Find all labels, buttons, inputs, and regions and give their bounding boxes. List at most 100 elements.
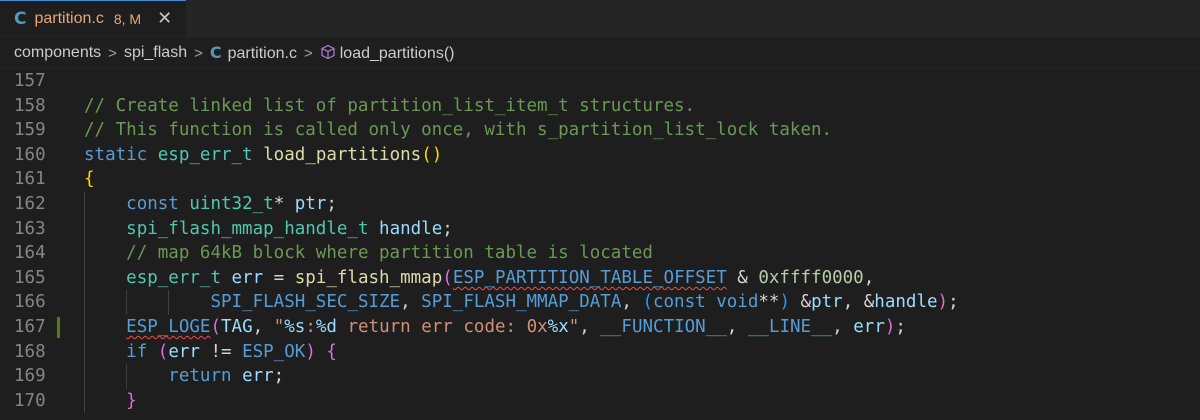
code-token: )	[884, 316, 896, 337]
code-token: __FUNCTION__	[600, 316, 727, 337]
code-text: // Create linked list of partition_list_…	[64, 94, 695, 119]
indent-guide	[84, 241, 85, 266]
code-line[interactable]: 168 if (err != ESP_OK) {	[0, 339, 1200, 365]
code-line[interactable]: 170 }	[0, 388, 1200, 414]
code-token: (	[642, 292, 653, 313]
indent-guide	[126, 290, 128, 315]
code-editor[interactable]: 157 158 // Create linked list of partition…	[0, 69, 1200, 420]
line-number-gutter[interactable]: 167	[0, 315, 64, 340]
tab-problem-status: 8, M	[113, 10, 142, 27]
code-token: (	[157, 341, 169, 362]
code-line[interactable]: 159 // This function is called only once,…	[0, 118, 1200, 143]
code-token: ,	[579, 316, 601, 337]
code-token: // Create linked list of partition_list_…	[84, 95, 696, 116]
code-line[interactable]: 164 // map 64kB block where partition ta…	[0, 241, 1200, 266]
breadcrumb-item-spi-flash[interactable]: spi_flash	[124, 44, 187, 62]
breadcrumb-item-function[interactable]: load_partitions()	[320, 44, 455, 63]
tab-partition-c[interactable]: C partition.c 8, M ✕	[0, 0, 187, 36]
line-number-gutter[interactable]: 157	[0, 69, 64, 94]
code-line[interactable]: 167 ESP_LOGE(TAG, "%s:%d return err code…	[0, 314, 1200, 340]
breadcrumb-item-components[interactable]: components	[14, 44, 101, 62]
indent-guide	[84, 364, 85, 389]
code-line[interactable]: 157	[0, 69, 1200, 94]
code-token: %x	[547, 316, 569, 337]
code-token: {	[84, 169, 95, 190]
code-token: ;	[442, 218, 453, 239]
line-number-gutter[interactable]: 169	[0, 364, 64, 389]
code-token: "	[568, 316, 580, 337]
code-token: %d	[315, 316, 337, 337]
code-token: load_partitions	[263, 144, 422, 165]
indent-guide	[84, 339, 85, 365]
code-text: spi_flash_mmap_handle_t handle;	[64, 216, 453, 242]
indent-guide	[84, 290, 85, 315]
line-number-gutter[interactable]: 166	[0, 290, 64, 315]
breadcrumb-file-label: partition.c	[227, 45, 297, 62]
code-token: ,	[832, 316, 854, 337]
indent-guide	[84, 314, 85, 340]
code-token: ,	[400, 292, 422, 313]
code-line[interactable]: 169 return err;	[0, 364, 1200, 389]
code-line[interactable]: 160 static esp_err_t load_partitions()	[0, 143, 1200, 168]
code-token: &	[790, 292, 812, 313]
code-token: ESP_LOGE	[126, 316, 211, 337]
code-line[interactable]: 163 spi_flash_mmap_handle_t handle;	[0, 216, 1200, 242]
code-token: )	[937, 292, 949, 313]
close-icon[interactable]: ✕	[157, 8, 172, 29]
code-text: SPI_FLASH_SEC_SIZE, SPI_FLASH_MMAP_DATA,…	[64, 290, 959, 315]
code-text: ESP_LOGE(TAG, "%s:%d return err code: 0x…	[64, 314, 906, 340]
code-token: !=	[199, 341, 243, 362]
code-token: %s	[284, 316, 306, 337]
code-line[interactable]: 161 {	[0, 167, 1200, 192]
code-line[interactable]: 162 const uint32_t* ptr;	[0, 191, 1200, 217]
line-number-gutter[interactable]: 160	[0, 143, 64, 168]
indent-guide	[84, 388, 85, 414]
line-number-gutter[interactable]: 168	[0, 340, 64, 365]
code-token: spi_flash_mmap	[294, 267, 443, 288]
line-number-gutter[interactable]: 165	[0, 266, 64, 291]
line-number-gutter[interactable]: 159	[0, 118, 64, 143]
indent-guide	[84, 216, 85, 242]
code-text: // This function is called only once, wi…	[64, 118, 832, 143]
line-number-gutter[interactable]: 164	[0, 241, 64, 266]
code-token: handle	[379, 218, 443, 239]
code-token: static	[84, 144, 148, 165]
code-text: static esp_err_t load_partitions()	[64, 143, 442, 168]
code-token: =	[263, 267, 295, 288]
code-token: {	[326, 341, 337, 362]
line-number: 160	[14, 144, 46, 165]
line-number-gutter[interactable]: 162	[0, 192, 64, 217]
code-token: ,	[726, 316, 748, 337]
code-token: ,	[252, 316, 274, 337]
code-token: // map 64kB block where partition table …	[126, 243, 653, 264]
code-token: **	[758, 292, 780, 313]
line-number-gutter[interactable]: 163	[0, 217, 64, 242]
code-token: ;	[948, 292, 959, 313]
code-token: const	[652, 292, 706, 313]
indent-guide	[84, 191, 85, 217]
code-token: , &	[842, 292, 875, 313]
code-token: SPI_FLASH_SEC_SIZE	[210, 292, 401, 313]
line-number-gutter[interactable]: 170	[0, 389, 64, 414]
modified-line-indicator	[57, 316, 60, 338]
code-line[interactable]: 166 SPI_FLASH_SEC_SIZE, SPI_FLASH_MMAP_D…	[0, 290, 1200, 315]
code-line[interactable]: 165 esp_err_t err = spi_flash_mmap(ESP_P…	[0, 265, 1200, 291]
chevron-right-icon: >	[108, 44, 117, 62]
breadcrumb-item-file[interactable]: Cpartition.c	[210, 43, 297, 63]
line-number-gutter[interactable]: 161	[0, 167, 64, 192]
code-token: ;	[273, 366, 285, 387]
code-token: err	[231, 267, 264, 288]
c-file-icon: C	[14, 8, 27, 29]
breadcrumb-function-label: load_partitions()	[339, 44, 455, 62]
code-line[interactable]: 158 // Create linked list of partition_li…	[0, 94, 1200, 119]
line-number-gutter[interactable]: 158	[0, 94, 64, 119]
